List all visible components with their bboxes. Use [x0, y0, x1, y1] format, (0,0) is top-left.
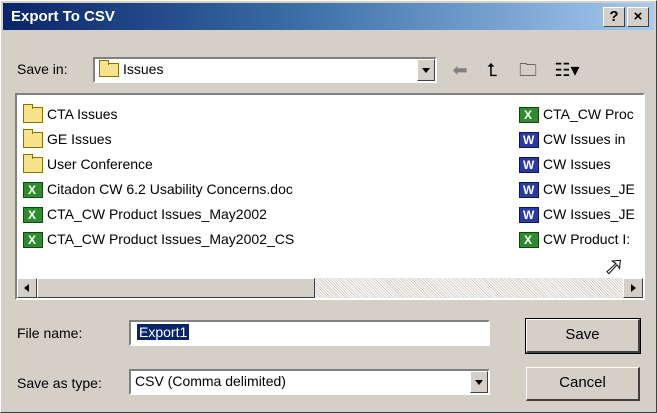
file-list[interactable]: CTA Issues GE Issues User Conference Citado… [15, 93, 645, 300]
chevron-down-icon[interactable] [417, 59, 435, 81]
list-item[interactable]: CW Product I: [519, 228, 631, 251]
list-item[interactable]: CTA Issues [23, 103, 118, 125]
file-name-value: Export1 [137, 324, 190, 340]
cancel-button[interactable]: Cancel [526, 367, 640, 401]
save-as-type-dropdown[interactable]: CSV (Comma delimited) [129, 369, 490, 395]
list-item-label: User Conference [47, 156, 153, 172]
chevron-down-icon[interactable] [470, 371, 488, 393]
scroll-left-button[interactable] [17, 278, 37, 298]
list-item-label: CW Issues [543, 156, 611, 172]
list-item-label: CW Issues_JE [543, 181, 635, 197]
folder-icon [23, 129, 43, 149]
list-item-label: CW Product I: [543, 231, 631, 247]
list-item-label: GE Issues [47, 131, 112, 147]
file-name-label: File name: [17, 325, 83, 341]
excel-icon [23, 179, 43, 201]
list-item[interactable]: CW Issues [519, 153, 611, 176]
excel-icon [519, 104, 539, 126]
excel-icon [23, 229, 43, 251]
word-doc-icon [519, 129, 539, 151]
save-button[interactable]: Save [525, 318, 641, 354]
mouse-cursor-icon: ➚ [603, 253, 625, 281]
list-item[interactable]: User Conference [23, 153, 153, 175]
word-doc-icon [519, 179, 539, 201]
save-in-value: Issues [99, 60, 163, 78]
list-item[interactable]: Citadon CW 6.2 Usability Concerns.doc [23, 178, 293, 201]
excel-icon [519, 229, 539, 251]
save-in-dropdown[interactable]: Issues [93, 57, 437, 83]
word-doc-icon [519, 204, 539, 226]
excel-icon [23, 204, 43, 226]
list-item[interactable]: CTA_CW Proc [519, 103, 634, 126]
word-doc-icon [519, 154, 539, 176]
horizontal-scrollbar[interactable] [17, 278, 643, 298]
save-in-label: Save in: [17, 61, 68, 77]
list-item[interactable]: CW Issues in [519, 128, 626, 151]
folder-icon [99, 60, 119, 78]
list-item-label: CTA_CW Product Issues_May2002 [47, 206, 267, 222]
list-item-label: Citadon CW 6.2 Usability Concerns.doc [47, 181, 293, 197]
scroll-thumb[interactable] [37, 278, 315, 298]
window-title: Export To CSV [11, 8, 115, 25]
list-item-label: CW Issues in [543, 131, 626, 147]
file-name-input[interactable]: Export1 [129, 320, 490, 346]
views-menu-icon[interactable]: ☷▾ [549, 59, 585, 81]
scroll-right-button[interactable] [623, 278, 643, 298]
list-item[interactable]: CW Issues_JE [519, 178, 635, 201]
up-folder-icon[interactable]: ⮤ [479, 59, 505, 81]
save-as-type-label: Save as type: [17, 375, 102, 391]
help-button[interactable]: ? [603, 7, 625, 27]
list-item[interactable]: CW Issues_JE [519, 203, 635, 226]
close-button[interactable]: × [627, 7, 649, 27]
export-dialog: Export To CSV ? × Save in: Issues ⬅ ⮤ 🗀 … [0, 0, 657, 413]
list-item-label: CTA Issues [47, 106, 118, 122]
new-folder-icon[interactable]: 🗀 [515, 59, 541, 81]
folder-icon [23, 104, 43, 124]
save-as-type-value: CSV (Comma delimited) [135, 373, 286, 389]
list-item[interactable]: GE Issues [23, 128, 112, 150]
title-bar[interactable]: Export To CSV ? × [3, 3, 654, 30]
list-item[interactable]: CTA_CW Product Issues_May2002_CS [23, 228, 295, 251]
back-arrow-icon[interactable]: ⬅ [447, 59, 473, 81]
list-item-label: CW Issues_JE [543, 206, 635, 222]
list-item-label: CTA_CW Product Issues_May2002_CS [47, 231, 295, 247]
list-item-label: CTA_CW Proc [543, 106, 634, 122]
list-item[interactable]: CTA_CW Product Issues_May2002 [23, 203, 267, 226]
folder-icon [23, 154, 43, 174]
